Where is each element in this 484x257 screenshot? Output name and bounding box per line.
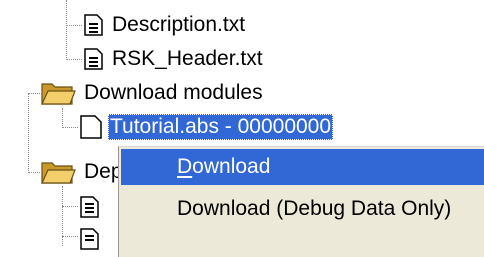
tree-item-label: Tutorial.abs - 00000000 <box>108 114 334 140</box>
text-file-icon <box>80 196 99 218</box>
tree-item-label: Download modules <box>84 81 263 104</box>
tree-connector <box>28 93 29 173</box>
context-menu: Download Download (Debug Data Only) <box>118 146 484 257</box>
tree-connector <box>62 186 63 246</box>
tree-item-tutorial-abs[interactable]: Tutorial.abs - 00000000 <box>80 110 334 144</box>
tree-connector <box>62 108 63 128</box>
tree-item-description[interactable]: Description.txt <box>84 8 247 42</box>
tree-item-dep-file[interactable] <box>80 222 106 256</box>
menu-item-download[interactable]: Download <box>121 149 484 185</box>
text-file-icon <box>84 14 103 36</box>
tree-item-rsk-header[interactable]: RSK_Header.txt <box>84 42 265 76</box>
tree-connector <box>28 172 40 173</box>
menu-item-label: Download <box>177 155 271 178</box>
tree-connector <box>62 236 78 237</box>
menu-item-label: Download (Debug Data Only) <box>177 197 452 220</box>
tree-item-download-modules[interactable]: Download modules <box>40 76 265 110</box>
tree-item-dep-file[interactable] <box>80 190 106 224</box>
tree-connector <box>66 59 82 60</box>
tree-item-label: Description.txt <box>112 13 246 36</box>
folder-open-icon <box>41 162 76 184</box>
tree-connector <box>66 25 82 26</box>
blank-file-icon <box>80 115 102 139</box>
tree-connector <box>28 93 40 94</box>
menu-item-download-debug-data-only[interactable]: Download (Debug Data Only) <box>121 191 484 227</box>
text-file-icon <box>80 228 99 250</box>
tree-connector <box>62 127 78 128</box>
folder-open-icon <box>41 83 76 105</box>
tree-connector <box>66 0 67 60</box>
tree-item-dep-folder[interactable]: Dep <box>40 155 125 189</box>
tree-connector <box>62 206 78 207</box>
text-file-icon <box>84 48 103 70</box>
tree-item-label: RSK_Header.txt <box>112 47 263 70</box>
